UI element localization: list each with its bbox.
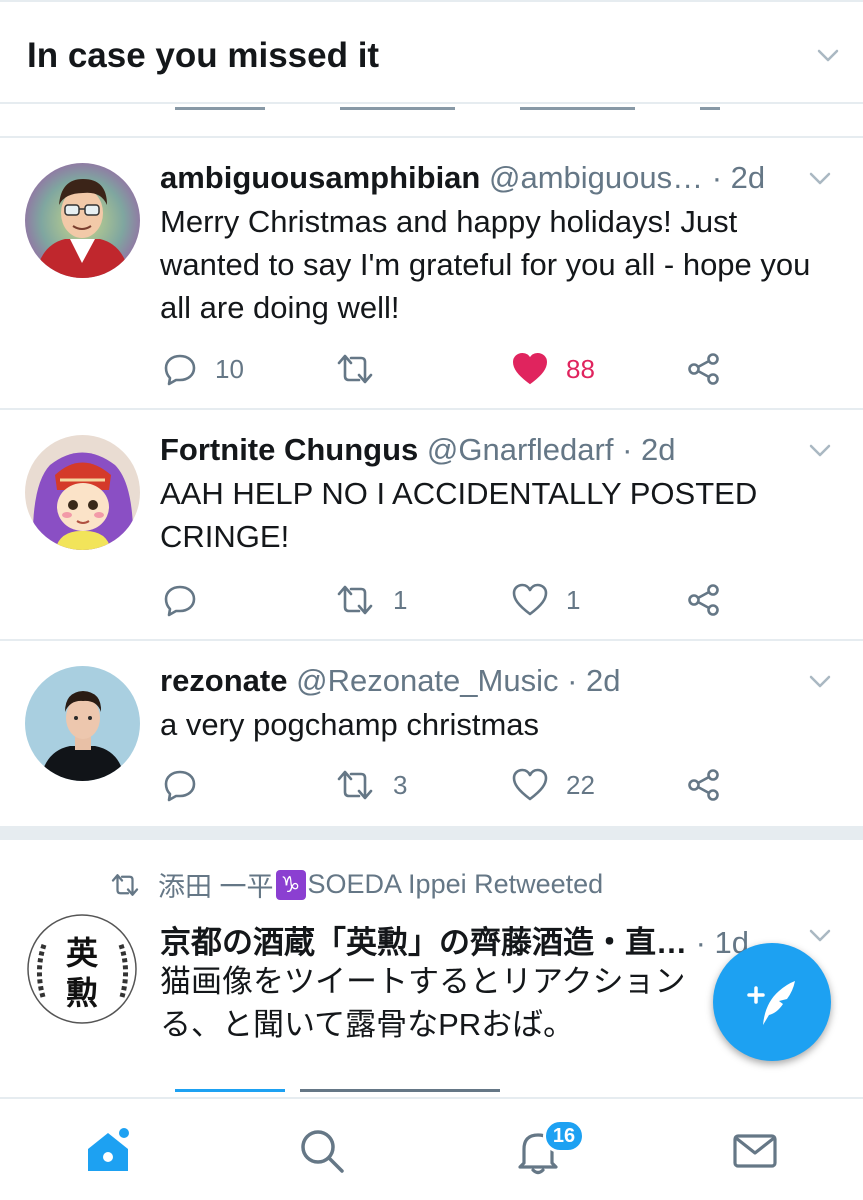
tweet-author-name[interactable]: 京都の酒蔵「英勲」の齊藤酒造・直… — [160, 925, 687, 957]
share-button[interactable] — [687, 765, 721, 805]
like-button[interactable]: 1 — [512, 580, 580, 620]
share-icon — [688, 769, 719, 801]
retweet-icon — [111, 873, 139, 896]
section-divider — [0, 826, 863, 840]
retweet-context[interactable]: 添田 一平 ♑ SOEDA Ippei Retweeted — [110, 865, 603, 904]
reply-icon — [164, 354, 196, 386]
heart-icon — [512, 583, 548, 616]
section-header: In case you missed it — [0, 0, 863, 104]
like-count: 22 — [566, 769, 595, 800]
bottom-nav — [0, 1097, 863, 1200]
tweet-timestamp[interactable]: · 2d — [622, 432, 675, 467]
tweet-text: AAH HELP NO I ACCIDENTALLY POSTED CRINGE… — [160, 476, 758, 554]
reply-icon — [164, 585, 196, 617]
retweet-icon — [337, 585, 373, 615]
like-button[interactable]: 22 — [512, 765, 595, 805]
previous-tweet-actions — [0, 104, 863, 138]
home-icon[interactable] — [84, 1127, 132, 1175]
tweet-actions: 3 22 — [160, 765, 760, 805]
retweet-button[interactable]: 3 — [335, 765, 407, 805]
tweet-timestamp[interactable]: · 2d — [567, 663, 620, 698]
chevron-down-icon[interactable] — [807, 437, 833, 463]
like-button[interactable]: 88 — [512, 349, 595, 389]
tweet-actions: 1 1 — [160, 580, 760, 620]
reply-icon — [164, 770, 196, 802]
truncated-link — [175, 1089, 285, 1097]
retweet-button[interactable] — [335, 349, 393, 389]
heart-icon — [512, 768, 548, 801]
retweet-count: 3 — [393, 769, 408, 800]
chevron-down-icon[interactable] — [807, 922, 833, 948]
truncated-text — [300, 1089, 500, 1097]
tweet-text: 猫画像をツイートするとリアクション る、と聞いて露骨なPRおば。 — [160, 964, 686, 1042]
tweet[interactable]: Fortnite Chungus @Gnarfledarf · 2d AAH H… — [0, 410, 863, 641]
compose-icon — [747, 981, 795, 1025]
avatar[interactable] — [25, 435, 140, 550]
share-icon — [688, 584, 719, 616]
compose-button[interactable] — [713, 943, 831, 1061]
share-button[interactable] — [687, 580, 721, 620]
tweet-author-name[interactable]: ambiguousamphibian — [160, 160, 480, 195]
retweet-icon — [337, 770, 373, 800]
tweet[interactable]: rezonate @Rezonate_Music · 2d a very pog… — [0, 641, 863, 826]
like-count: 1 — [566, 584, 581, 615]
reply-button[interactable] — [163, 765, 215, 805]
retweet-button[interactable]: 1 — [335, 580, 407, 620]
tweet-timestamp[interactable]: · 2d — [712, 160, 765, 195]
tweet-text: Merry Christmas and happy holidays! Just… — [160, 204, 811, 325]
like-count: 88 — [566, 353, 595, 384]
tweet-author-handle[interactable]: @ambiguous… — [489, 160, 703, 195]
retweet-label: SOEDA Ippei Retweeted — [307, 869, 604, 899]
tweet-author-handle[interactable]: @Gnarfledarf — [427, 432, 614, 467]
chevron-down-icon[interactable] — [815, 42, 841, 68]
share-icon — [688, 353, 719, 385]
reply-button[interactable]: 10 — [163, 349, 244, 389]
tweet[interactable]: ambiguousamphibian @ambiguous… · 2d Merr… — [0, 138, 863, 410]
avatar-glyph-top: 英 — [66, 934, 99, 972]
search-icon[interactable] — [298, 1127, 346, 1175]
reply-count: 10 — [215, 353, 244, 384]
tweet-actions: 10 88 — [160, 349, 760, 389]
notifications-badge: 16 — [543, 1119, 585, 1153]
tweet-author-name[interactable]: rezonate — [160, 663, 287, 698]
tweet-author-name[interactable]: Fortnite Chungus — [160, 432, 418, 467]
avatar[interactable]: 英 勲 — [25, 912, 140, 1027]
reply-button[interactable] — [163, 580, 215, 620]
avatar[interactable] — [25, 666, 140, 781]
mail-icon[interactable] — [731, 1127, 779, 1175]
chevron-down-icon[interactable] — [807, 165, 833, 191]
avatar-glyph-bottom: 勲 — [66, 974, 98, 1012]
share-button[interactable] — [687, 349, 721, 389]
tweet-text: a very pogchamp christmas — [160, 707, 540, 742]
capricorn-sign: ♑ — [275, 869, 306, 900]
avatar[interactable] — [25, 163, 140, 278]
tweet-author-handle[interactable]: @Rezonate_Music — [296, 663, 558, 698]
heart-icon — [512, 352, 548, 385]
section-title: In case you missed it — [27, 36, 380, 75]
retweet-count: 1 — [393, 584, 408, 615]
retweet-icon — [337, 354, 373, 384]
retweeter-name: 添田 一平 — [158, 872, 274, 902]
chevron-down-icon[interactable] — [807, 668, 833, 694]
